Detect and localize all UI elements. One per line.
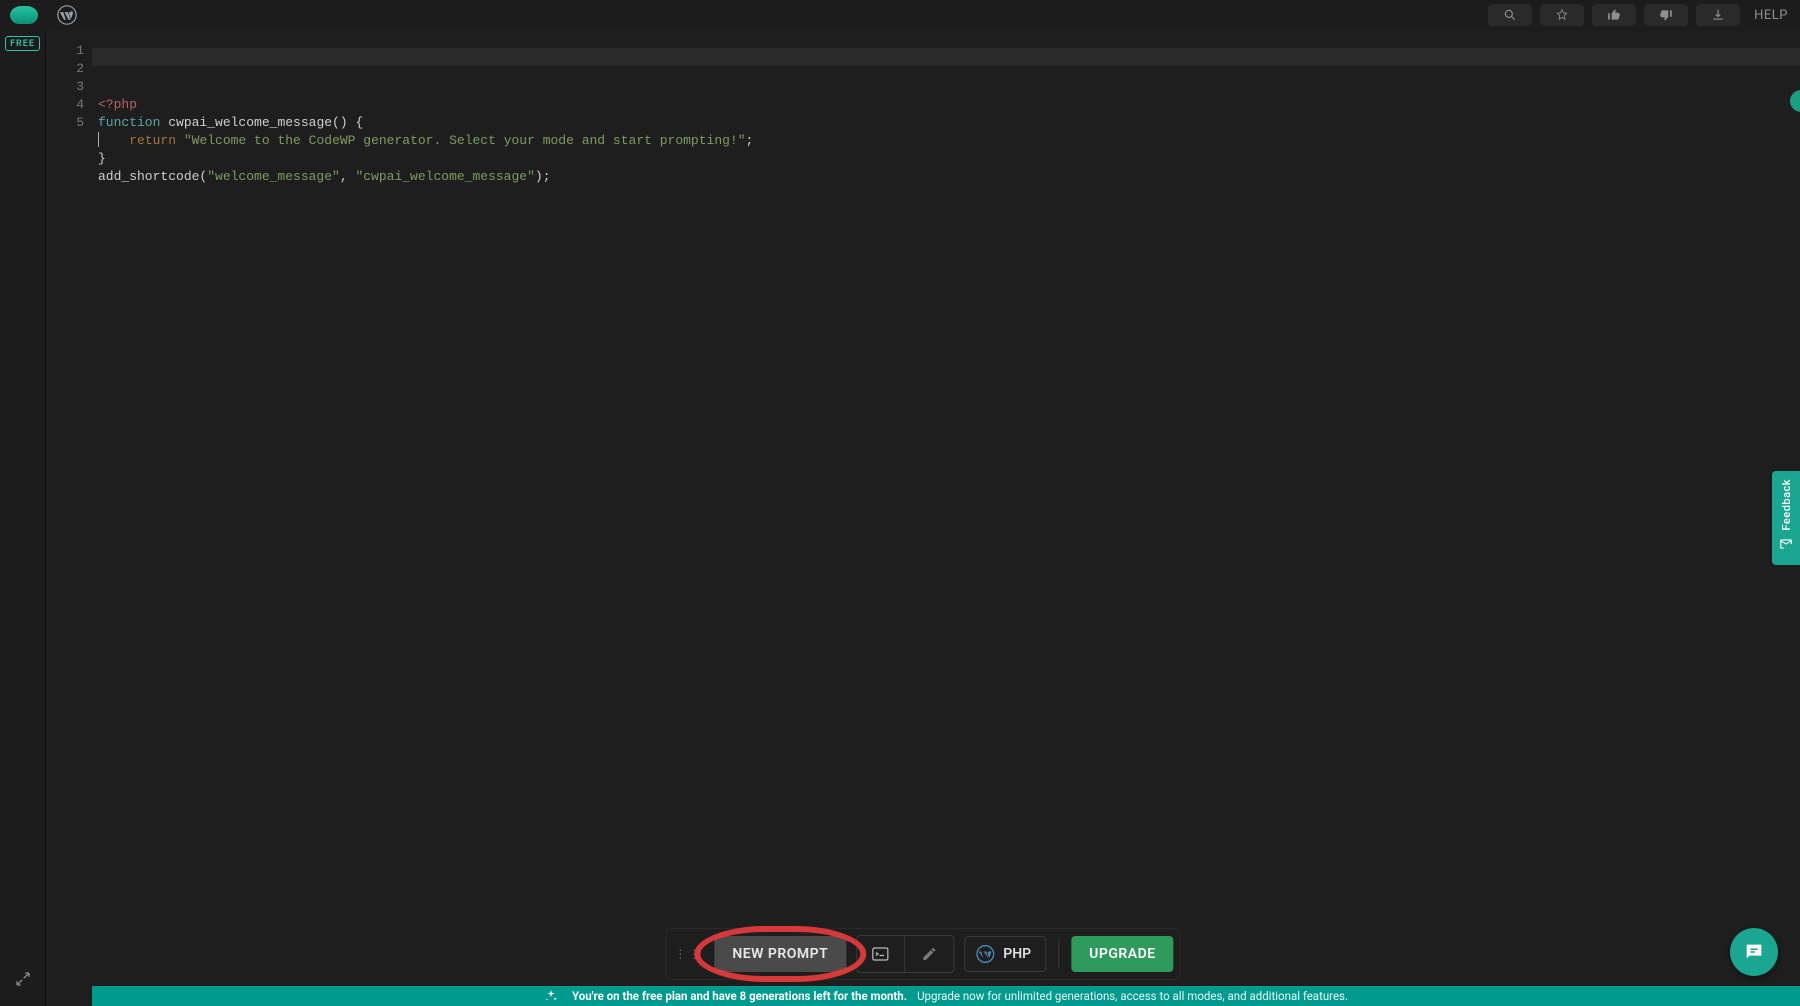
top-bar: HELP [0, 0, 1800, 30]
search-button[interactable] [1488, 4, 1532, 26]
terminal-mode-button[interactable] [857, 936, 905, 972]
logo-icon[interactable] [10, 6, 38, 24]
code-line[interactable]: add_shortcode("welcome_message", "cwpai_… [98, 168, 1790, 186]
line-number: 4 [46, 96, 98, 114]
new-prompt-button[interactable]: NEW PROMPT [714, 936, 846, 972]
feedback-tab[interactable]: Feedback [1772, 471, 1800, 565]
feedback-label: Feedback [1780, 479, 1793, 531]
download-icon [1711, 8, 1725, 22]
thumbs-down-icon [1659, 8, 1673, 22]
language-selector[interactable]: PHP [964, 936, 1046, 972]
code-area[interactable]: <?phpfunction cwpai_welcome_message() { … [98, 30, 1800, 1006]
chat-icon [1743, 941, 1765, 963]
thumbs-down-button[interactable] [1644, 4, 1688, 26]
terminal-icon [872, 946, 890, 962]
fullscreen-toggle[interactable] [14, 970, 32, 1006]
language-label: PHP [1003, 946, 1031, 962]
mode-toggle-group [856, 935, 954, 973]
line-number: 5 [46, 114, 98, 132]
pencil-icon [921, 946, 937, 962]
sparkle-icon [544, 989, 558, 1003]
feedback-icon [1779, 537, 1793, 551]
plan-badge: FREE [5, 36, 40, 51]
expand-icon [14, 970, 32, 988]
code-line[interactable]: function cwpai_welcome_message() { [98, 114, 1790, 132]
divider [1058, 940, 1059, 968]
wordpress-icon[interactable] [56, 4, 78, 26]
banner-upgrade-link[interactable]: Upgrade now for unlimited generations, a… [917, 989, 1348, 1003]
thumbs-up-icon [1607, 8, 1621, 22]
wordpress-icon [975, 944, 995, 964]
plan-banner: You're on the free plan and have 8 gener… [92, 986, 1800, 1006]
thumbs-up-button[interactable] [1592, 4, 1636, 26]
code-line[interactable]: } [98, 150, 1790, 168]
download-button[interactable] [1696, 4, 1740, 26]
chat-launcher[interactable] [1730, 928, 1778, 976]
edit-mode-button[interactable] [905, 936, 953, 972]
line-number: 1 [46, 42, 98, 60]
bottom-toolbar: ⋮⋮ NEW PROMPT [665, 928, 1180, 980]
code-line[interactable]: <?php [98, 96, 1790, 114]
line-number-gutter: 12345 [46, 30, 98, 1006]
upgrade-button[interactable]: UPGRADE [1071, 936, 1173, 972]
search-icon [1503, 8, 1517, 22]
line-number: 2 [46, 60, 98, 78]
drag-handle-icon[interactable]: ⋮⋮ [672, 950, 704, 958]
help-link[interactable]: HELP [1748, 8, 1794, 23]
star-icon [1555, 8, 1569, 22]
code-editor[interactable]: 12345 <?phpfunction cwpai_welcome_messag… [46, 30, 1800, 1006]
code-line[interactable]: return "Welcome to the CodeWP generator.… [98, 132, 1790, 150]
left-sidebar: FREE [0, 30, 46, 1006]
star-button[interactable] [1540, 4, 1584, 26]
banner-bold-text: You're on the free plan and have 8 gener… [572, 989, 907, 1003]
line-number: 3 [46, 78, 98, 96]
